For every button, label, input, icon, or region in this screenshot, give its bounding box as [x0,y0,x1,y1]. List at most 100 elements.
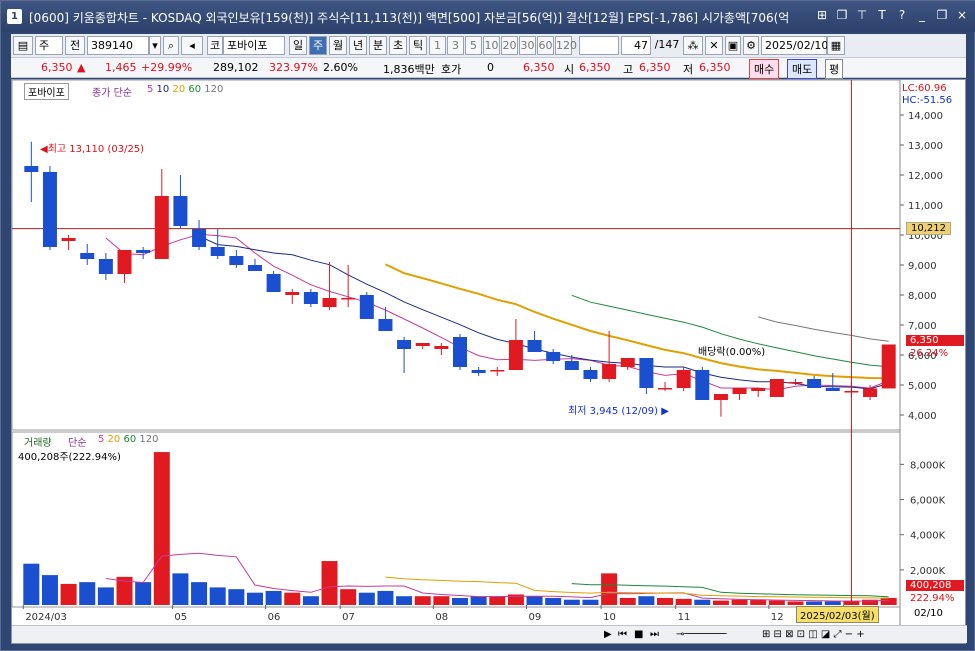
interval-tab-0[interactable]: 일 [289,36,307,55]
candle-body [303,292,318,304]
volume-bar [750,599,767,605]
candle-body [490,370,505,372]
hc-label: HC:-51.56 [902,95,953,106]
interval-tab-6[interactable]: 틱 [409,36,427,55]
candle-body [24,166,39,172]
volume-tick-label: 6,000K [910,496,946,507]
volume-bar [97,587,114,605]
high-annotation: ◀최고 13,110 (03/25) [40,140,144,155]
candle-body [639,358,654,388]
interval-tab-5[interactable]: 초 [389,36,407,55]
volume-bar [452,597,468,605]
candle-body [564,361,579,370]
date-input[interactable]: 2025/02/10 [761,36,828,55]
volume-pct: 323.97% [269,61,318,74]
interval-tab-2[interactable]: 월 [329,36,347,55]
dividend-note: 배당락(0.00%) [698,347,766,358]
window-button-0[interactable]: ⊞ [814,7,830,24]
price-tick-label: 13,000 [908,141,943,152]
minute-option-7[interactable]: 120 [555,36,577,55]
volume-bar [284,592,301,605]
period-select[interactable]: 주 [35,36,63,55]
candle-body [247,265,262,271]
volume-bar [712,600,729,605]
window-number-badge: 1 [7,9,22,24]
candle-body [471,370,486,373]
window-button-4[interactable]: ? [894,7,910,24]
code-dropdown-icon[interactable]: ▾ [149,36,161,55]
minute-option-4[interactable]: 20 [501,36,518,55]
zoom-slider-icon[interactable]: ⊸─────── [676,629,727,640]
prev-button[interactable]: 전 [65,36,85,55]
quote-bar: 6,350 ▲ 1,465 +29.99% 289,102 323.97% 2.… [11,58,966,79]
window-button-5[interactable]: _ [914,7,930,24]
last-page-icon[interactable]: ⏭ [650,629,659,640]
window-button-1[interactable]: ❐ [834,7,850,24]
volume-bar [489,596,506,605]
window-button-7[interactable]: × [954,7,970,24]
last-pct-tag: 26.24% [910,348,949,359]
volume-tick-label: 4,000K [910,531,946,542]
candle-body [527,340,542,352]
settings-icon[interactable]: ⚙ [743,36,759,55]
stock-name: 포바이포 [223,36,285,55]
open-price: 6,350 [579,61,611,74]
titlebar: 1 [0600] 키움종합차트 - KOSDAQ 외국인보유[159(천)] 주… [1,1,975,32]
window-button-2[interactable]: ⊤ [854,7,870,24]
volume-info: 400,208주(222.94%) [18,452,121,463]
volume-tick-label: 2,000K [910,566,946,577]
price-tick-label: 14,000 [908,111,943,122]
candle-body [676,370,691,388]
low-annotation: 최저 3,945 (12/09) ▶ [568,402,669,417]
candle-body [863,388,878,397]
minute-option-1[interactable]: 3 [447,36,464,55]
layout-icon[interactable]: ▤ [13,36,33,55]
current-price: 6,350 [41,61,73,74]
volume-bar [79,582,96,605]
chart-svg[interactable]: 14,00013,00012,00011,00010,0009,0008,000… [12,80,967,625]
unit-select[interactable] [579,36,619,55]
hoga-label: 호가 [441,63,462,76]
interval-tab-4[interactable]: 분 [369,36,387,55]
save-icon[interactable]: ▣ [725,36,741,55]
minute-option-2[interactable]: 5 [465,36,482,55]
speaker-icon[interactable]: ◂ [181,36,203,55]
x-tick-label: 2024/03 [25,612,67,623]
search-icon[interactable]: ⌕ [163,36,179,55]
stop-icon[interactable]: ■ [634,629,643,640]
chart-area[interactable]: 14,000 13,000 12,000 11,000 10,000 9,000 8,000… [11,79,967,644]
interval-tab-3[interactable]: 년 [349,36,367,55]
volume-bar [787,601,804,605]
candle-body [788,382,803,384]
tools-icons[interactable]: ⊞ ⊟ ⊠ ⊡ ◫ ◪ ⤢ − + [762,629,865,640]
window-button-3[interactable]: T [874,7,890,24]
volume-bar [153,452,170,605]
code-input[interactable]: 389140 [87,36,149,55]
buy-button[interactable]: 매수 [749,59,780,79]
minute-option-5[interactable]: 30 [519,36,536,55]
calendar-icon[interactable]: ▦ [827,36,845,55]
volume-ma-label: 단순 [68,438,87,449]
chart-scrollbar[interactable]: ▶ ⏮ ■ ⏭ ⊸─────── ⊞ ⊟ ⊠ ⊡ ◫ ◪ ⤢ − + [12,625,967,643]
volume-ma-period-0: 5 [98,434,108,445]
zoom-icon[interactable]: ⁂ [683,36,703,55]
hline-value-tag: 10,212 [906,222,951,235]
volume-bar [731,599,748,605]
first-page-icon[interactable]: ⏮ [618,629,627,640]
avg-button[interactable]: 평 [825,59,844,79]
sell-button[interactable]: 매도 [787,59,818,79]
price-tick-label: 4,000 [908,411,937,422]
minute-option-0[interactable]: 1 [429,36,446,55]
interval-tab-1[interactable]: 주 [309,36,327,55]
window-button-6[interactable]: ❐ [934,7,950,24]
scroll-right-icon[interactable]: ▶ [604,629,612,640]
candle-body [732,388,747,394]
volume-bar [638,596,655,605]
count-input[interactable]: 47 [621,36,651,55]
volume-bar [396,596,413,605]
minute-option-3[interactable]: 10 [483,36,500,55]
x-tick-label: 10 [603,612,616,623]
candle-body [434,346,449,349]
minute-option-6[interactable]: 60 [537,36,554,55]
crosshair-icon[interactable]: ✕ [705,36,723,55]
